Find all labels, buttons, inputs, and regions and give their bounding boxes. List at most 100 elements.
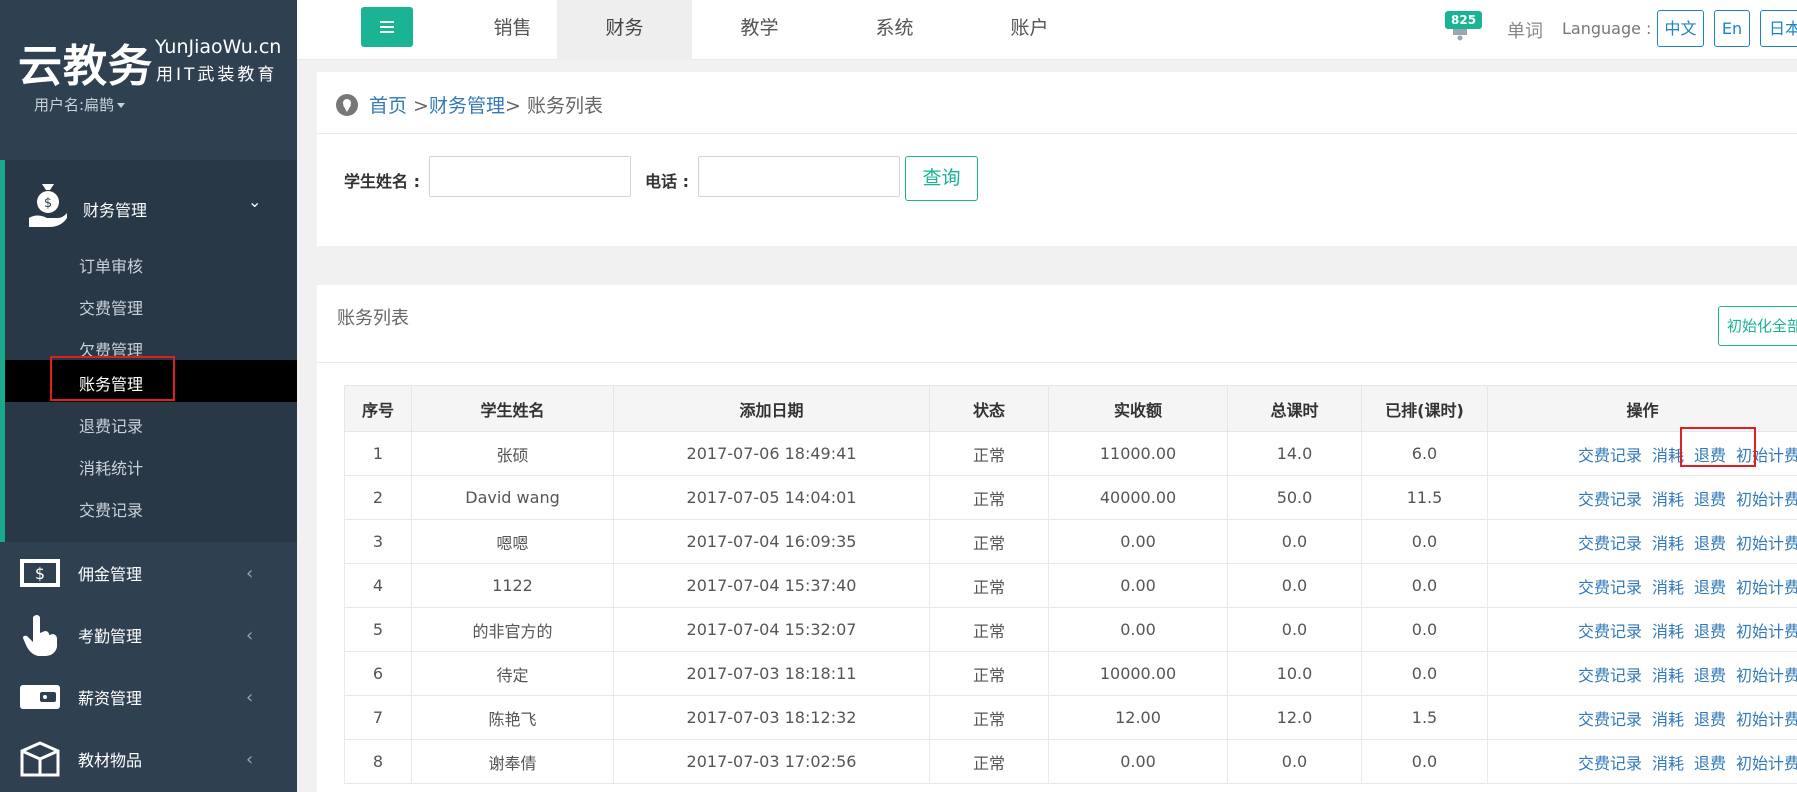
- cell-name: 张硕: [411, 431, 614, 476]
- refund-link[interactable]: 退费: [1694, 534, 1726, 553]
- breadcrumb-current: 账务列表: [526, 95, 603, 117]
- payment-records-link[interactable]: 交费记录: [1578, 534, 1642, 553]
- user-dropdown[interactable]: 用户名:扁鹊: [34, 94, 126, 115]
- svg-text:$: $: [44, 196, 52, 211]
- cell-amount: 40000.00: [1048, 475, 1228, 520]
- sidebar-item-attendance[interactable]: 考勤管理 ‹: [0, 603, 297, 665]
- cell-actions: 交费记录 消耗 退费 初始计费: [1487, 519, 1797, 564]
- refund-link[interactable]: 退费: [1694, 446, 1726, 465]
- divider: [317, 133, 1797, 134]
- tab-system[interactable]: 系统: [827, 0, 962, 60]
- cell-amount: 0.00: [1048, 519, 1228, 564]
- column-header: 序号: [344, 385, 412, 432]
- cell-scheduled: 0.0: [1361, 519, 1488, 564]
- init-fee-link[interactable]: 初始计费: [1736, 710, 1796, 729]
- tab-account[interactable]: 账户: [962, 0, 1097, 60]
- lang-zh-button[interactable]: 中文: [1657, 10, 1704, 47]
- consumption-link[interactable]: 消耗: [1652, 446, 1684, 465]
- init-fee-link[interactable]: 初始计费: [1736, 490, 1796, 509]
- payment-records-link[interactable]: 交费记录: [1578, 666, 1642, 685]
- payment-records-link[interactable]: 交费记录: [1578, 754, 1642, 773]
- payment-records-link[interactable]: 交费记录: [1578, 446, 1642, 465]
- init-fee-link[interactable]: 初始计费: [1736, 446, 1796, 465]
- refund-link[interactable]: 退费: [1694, 754, 1726, 773]
- table-row: 2 David wang 2017-07-05 14:04:01 正常 40000.00…: [344, 475, 1797, 520]
- words-link[interactable]: 单词: [1507, 17, 1543, 43]
- breadcrumb-home-link[interactable]: 首页: [369, 95, 407, 117]
- cell-date: 2017-07-06 18:49:41: [613, 431, 930, 476]
- sidebar-subitem-refunds[interactable]: 退费记录: [5, 402, 297, 444]
- sidebar-item-finance[interactable]: $ 财务管理 ⌄: [5, 172, 297, 240]
- init-fee-link[interactable]: 初始计费: [1736, 578, 1796, 597]
- student-name-input[interactable]: [429, 156, 631, 197]
- cell-total: 0.0: [1227, 519, 1362, 564]
- cell-scheduled: 0.0: [1361, 739, 1488, 784]
- consumption-link[interactable]: 消耗: [1652, 622, 1684, 641]
- tab-teaching[interactable]: 教学: [692, 0, 827, 60]
- cell-no: 2: [344, 475, 412, 520]
- payment-records-link[interactable]: 交费记录: [1578, 490, 1642, 509]
- breadcrumb-section-link[interactable]: 财务管理: [429, 95, 505, 117]
- hand-pointer-icon: [23, 615, 57, 656]
- cell-no: 5: [344, 607, 412, 652]
- table-row: 1 张硕 2017-07-06 18:49:41 正常 11000.00 14.0 6.0 交…: [344, 431, 1797, 476]
- menu-toggle-button[interactable]: [361, 7, 413, 47]
- cell-amount: 0.00: [1048, 607, 1228, 652]
- cell-scheduled: 1.5: [1361, 695, 1488, 740]
- init-fee-link[interactable]: 初始计费: [1736, 534, 1796, 553]
- student-name-label: 学生姓名 :: [344, 172, 420, 191]
- cell-no: 3: [344, 519, 412, 564]
- sidebar-subitem-fee-management[interactable]: 交费管理: [5, 284, 297, 326]
- refund-link[interactable]: 退费: [1694, 710, 1726, 729]
- box-icon: [20, 741, 60, 777]
- sidebar-item-finance-label: 财务管理: [83, 201, 148, 220]
- lang-en-button[interactable]: En: [1714, 10, 1750, 47]
- cell-total: 14.0: [1227, 431, 1362, 476]
- chevron-down-icon: ⌄: [248, 192, 262, 211]
- payment-records-link[interactable]: 交费记录: [1578, 710, 1642, 729]
- init-fee-link[interactable]: 初始计费: [1736, 622, 1796, 641]
- cell-no: 7: [344, 695, 412, 740]
- lang-ja-button[interactable]: 日本: [1760, 10, 1797, 47]
- consumption-link[interactable]: 消耗: [1652, 754, 1684, 773]
- cell-no: 6: [344, 651, 412, 696]
- sidebar-item-commission[interactable]: $ 佣金管理 ‹: [0, 541, 297, 603]
- consumption-link[interactable]: 消耗: [1652, 578, 1684, 597]
- cell-date: 2017-07-04 15:32:07: [613, 607, 930, 652]
- refund-link[interactable]: 退费: [1694, 578, 1726, 597]
- sidebar-subitem-payment-records[interactable]: 交费记录: [5, 486, 297, 528]
- cell-date: 2017-07-03 18:18:11: [613, 651, 930, 696]
- consumption-link[interactable]: 消耗: [1652, 710, 1684, 729]
- cell-actions: 交费记录 消耗 退费 初始计费: [1487, 563, 1797, 608]
- sidebar-item-salary[interactable]: 薪资管理 ‹: [0, 665, 297, 727]
- column-header: 总课时: [1227, 385, 1362, 432]
- sidebar-item-label: 薪资管理: [78, 689, 143, 708]
- table-row: 5 的非官方的 2017-07-04 15:32:07 正常 0.00 0.0 0.0 交费记…: [344, 607, 1797, 652]
- tab-finance[interactable]: 财务: [557, 0, 692, 60]
- cell-no: 1: [344, 431, 412, 476]
- refund-link[interactable]: 退费: [1694, 666, 1726, 685]
- refund-link[interactable]: 退费: [1694, 622, 1726, 641]
- brand-site: YunJiaoWu.cn: [155, 36, 282, 58]
- cell-name: 待定: [411, 651, 614, 696]
- init-fee-link[interactable]: 初始计费: [1736, 666, 1796, 685]
- cell-total: 0.0: [1227, 607, 1362, 652]
- payment-records-link[interactable]: 交费记录: [1578, 622, 1642, 641]
- consumption-link[interactable]: 消耗: [1652, 490, 1684, 509]
- sidebar-subitem-order-review[interactable]: 订单审核: [5, 242, 297, 284]
- init-fee-link[interactable]: 初始计费: [1736, 754, 1796, 773]
- payment-records-link[interactable]: 交费记录: [1578, 578, 1642, 597]
- cell-amount: 0.00: [1048, 563, 1228, 608]
- brand-slogan: 用IT武装教育: [156, 65, 278, 85]
- init-all-button[interactable]: 初始化全部: [1718, 306, 1797, 346]
- cell-total: 50.0: [1227, 475, 1362, 520]
- consumption-link[interactable]: 消耗: [1652, 534, 1684, 553]
- consumption-link[interactable]: 消耗: [1652, 666, 1684, 685]
- query-button[interactable]: 查询: [905, 156, 978, 201]
- sidebar-item-materials[interactable]: 教材物品 ‹: [0, 727, 297, 789]
- refund-link[interactable]: 退费: [1694, 490, 1726, 509]
- phone-input[interactable]: [698, 156, 900, 197]
- column-header: 操作: [1487, 385, 1797, 432]
- sidebar-subitem-consumption[interactable]: 消耗统计: [5, 444, 297, 486]
- cell-actions: 交费记录 消耗 退费 初始计费: [1487, 431, 1797, 476]
